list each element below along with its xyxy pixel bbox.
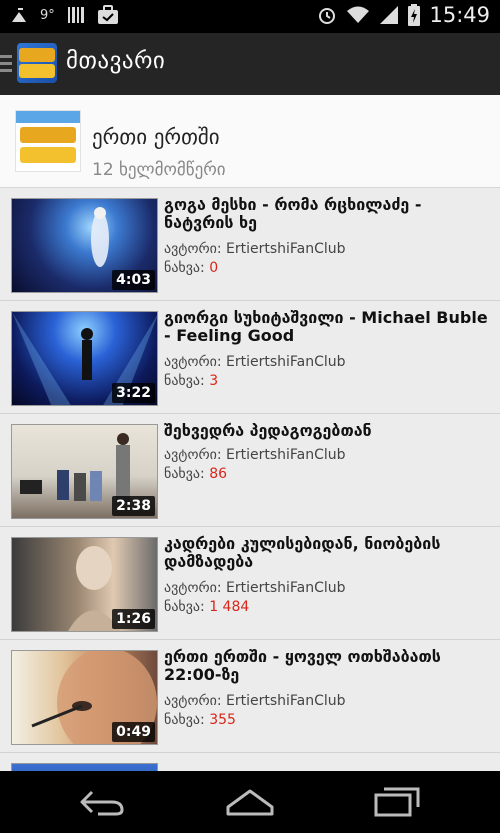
video-duration: 0:49 <box>112 722 155 742</box>
video-item[interactable] <box>0 753 500 771</box>
navigation-bar <box>0 771 500 833</box>
video-author: ავტორი: ErtiertshiFanClub <box>164 580 346 596</box>
channel-header[interactable]: ერთი ერთში 12 ხელმომწერი <box>0 95 500 188</box>
video-views: ნახვა: 355 <box>164 712 236 728</box>
video-duration: 3:22 <box>112 383 155 403</box>
video-author: ავტორი: ErtiertshiFanClub <box>164 354 346 370</box>
back-button-icon[interactable] <box>78 788 128 816</box>
video-thumbnail[interactable]: 1:26 <box>11 537 158 632</box>
video-list[interactable]: 4:03 გოგა მესხი - რომა რცხილაძე - ნატვრი… <box>0 188 500 771</box>
briefcase-icon <box>97 5 118 24</box>
video-title: გოგა მესხი - რომა რცხილაძე - ნატვრის ხე <box>164 195 422 232</box>
wifi-icon <box>347 6 370 23</box>
battery-charging-icon <box>408 4 421 26</box>
video-author: ავტორი: ErtiertshiFanClub <box>164 693 346 709</box>
page-title: მთავარი <box>66 48 166 74</box>
video-thumbnail[interactable]: 4:03 <box>11 198 158 293</box>
home-button-icon[interactable] <box>225 787 275 817</box>
video-duration: 1:26 <box>112 609 155 629</box>
action-bar: მთავარი <box>0 33 500 95</box>
channel-logo <box>15 110 81 172</box>
video-views: ნახვა: 3 <box>164 373 219 389</box>
video-thumbnail[interactable]: 3:22 <box>11 311 158 406</box>
video-item[interactable]: 1:26 კადრები კულისებიდან, ნიობების დამზა… <box>0 527 500 640</box>
cell-signal-icon <box>380 6 399 24</box>
video-title: კადრები კულისებიდან, ნიობების დამზადება <box>164 534 441 571</box>
video-duration: 2:38 <box>112 496 155 516</box>
video-thumbnail[interactable] <box>11 763 158 771</box>
video-title: გიორგი სუხიტაშვილი - Michael Buble - Fee… <box>164 308 488 345</box>
video-thumbnail[interactable]: 2:38 <box>11 424 158 519</box>
status-bar: 9° 15:49 <box>0 0 500 33</box>
video-title: შეხვედრა პედაგოგებთან <box>164 421 372 440</box>
channel-subscribers: 12 ხელმომწერი <box>92 160 226 180</box>
video-views: ნახვა: 0 <box>164 260 219 276</box>
video-item[interactable]: 2:38 შეხვედრა პედაგოგებთან ავტორი: Ertie… <box>0 414 500 527</box>
video-author: ავტორი: ErtiertshiFanClub <box>164 447 346 463</box>
app-logo-icon[interactable] <box>17 43 57 83</box>
temperature-text: 9° <box>40 7 55 23</box>
video-item[interactable]: 4:03 გოგა მესხი - რომა რცხილაძე - ნატვრი… <box>0 188 500 301</box>
video-duration: 4:03 <box>112 270 155 290</box>
clock-time: 15:49 <box>429 3 490 27</box>
video-title: ერთი ერთში - ყოველ ოთხშაბათს 22:00-ზე <box>164 647 441 684</box>
video-views: ნახვა: 1 484 <box>164 599 250 615</box>
video-thumbnail[interactable]: 0:49 <box>11 650 158 745</box>
drawer-menu-icon[interactable] <box>0 55 12 73</box>
video-views: ნახვა: 86 <box>164 466 228 482</box>
barcode-icon <box>67 7 84 23</box>
video-item[interactable]: 0:49 ერთი ერთში - ყოველ ოთხშაბათს 22:00-… <box>0 640 500 753</box>
alarm-icon <box>319 8 336 24</box>
video-author: ავტორი: ErtiertshiFanClub <box>164 241 346 257</box>
signal-icon <box>12 8 26 22</box>
video-item[interactable]: 3:22 გიორგი სუხიტაშვილი - Michael Buble … <box>0 301 500 414</box>
recent-apps-button-icon[interactable] <box>372 785 422 819</box>
channel-name: ერთი ერთში <box>92 125 220 149</box>
